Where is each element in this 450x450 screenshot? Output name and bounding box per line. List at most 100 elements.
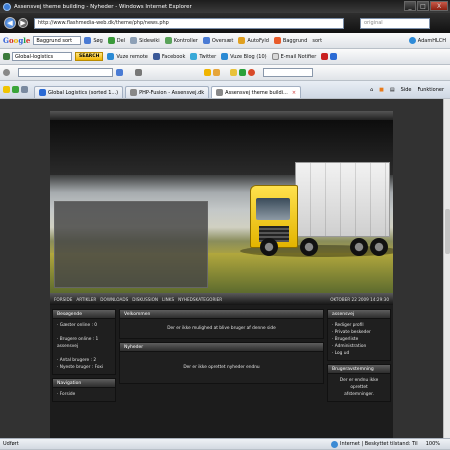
- play-icon[interactable]: [239, 69, 246, 76]
- tab-list-icon[interactable]: [21, 86, 28, 93]
- zoom-level[interactable]: 100%: [426, 441, 440, 447]
- vertical-scrollbar[interactable]: [443, 99, 450, 438]
- left-column: Besøgende · Gæster online : 0 · Brugere …: [52, 309, 116, 405]
- extra-toolbar-input-2[interactable]: [263, 68, 313, 77]
- print-icon[interactable]: ▤: [390, 87, 395, 93]
- nav-link-forside[interactable]: FORSIDE: [54, 297, 72, 302]
- nav-link-nyhedskategorier[interactable]: NYHEDSKATEGORIER: [178, 297, 222, 302]
- autofill-button[interactable]: AutoFyld: [238, 37, 269, 44]
- tab-assensvej-theme[interactable]: Assensvej theme buildi... ×: [211, 85, 302, 98]
- logout-link[interactable]: · Log ud: [332, 350, 386, 357]
- panel-title: assensvej: [327, 309, 391, 319]
- google-search-button[interactable]: Søg: [84, 37, 103, 44]
- community-toolbar: Global-logistics SEARCH Vuze remote Face…: [0, 49, 450, 65]
- home-icon[interactable]: ⌂: [370, 87, 373, 93]
- tools-menu[interactable]: Funktioner: [417, 87, 444, 93]
- nav-link-diskussion[interactable]: DISKUSSION: [132, 297, 158, 302]
- google-logo: Google: [3, 36, 31, 45]
- forward-button[interactable]: ▶: [18, 18, 28, 28]
- smiley-icon[interactable]: [204, 69, 211, 76]
- private-messages-link[interactable]: · Private beskeder: [332, 329, 386, 336]
- online-user-link[interactable]: assensvej: [57, 343, 111, 350]
- page-menu[interactable]: Side: [401, 87, 412, 93]
- status-text: Udført: [3, 441, 19, 447]
- member-list-link[interactable]: · Brugerliste: [332, 336, 386, 343]
- user-icon: [408, 37, 416, 44]
- maximize-button[interactable]: □: [417, 1, 429, 11]
- security-zone[interactable]: Internet | Beskyttet tilstand: Til: [330, 440, 418, 448]
- tab-global-logistics[interactable]: Global Logistics (sorted 1...): [34, 85, 124, 98]
- nav-forside-link[interactable]: · Forside: [57, 391, 111, 398]
- info-icon[interactable]: [330, 53, 338, 60]
- stop-icon[interactable]: [248, 69, 255, 76]
- edit-profile-link[interactable]: · Rediger profil: [332, 322, 386, 329]
- site-columns: Besøgende · Gæster online : 0 · Brugere …: [50, 309, 393, 405]
- url-field[interactable]: http://www.flashmedia-web.dk/theme/php/n…: [34, 17, 344, 29]
- page-icon: [216, 89, 224, 96]
- vuze-remote-button[interactable]: Vuze remote: [107, 53, 148, 60]
- nav-link-artikler[interactable]: ARTIKLER: [76, 297, 96, 302]
- url-text: http://www.flashmedia-web.dk/theme/php/n…: [38, 20, 169, 26]
- status-bar: Udført Internet | Beskyttet tilstand: Ti…: [0, 438, 450, 450]
- address-bar: ◀ ▶ http://www.flashmedia-web.dk/theme/p…: [0, 13, 450, 33]
- header-banner: [50, 120, 393, 293]
- browser-search-placeholder: original: [364, 20, 383, 26]
- vuze-icon: [107, 53, 115, 60]
- star-icon[interactable]: [230, 69, 237, 76]
- twitter-button[interactable]: Twitter: [190, 53, 216, 60]
- favorites-star-icon[interactable]: [3, 86, 10, 93]
- folder-icon[interactable]: [213, 69, 220, 76]
- window-title: Assensvej theme building - Nyheder - Win…: [14, 3, 192, 10]
- sidewiki-button[interactable]: Sidewiki: [130, 37, 160, 44]
- translate-button[interactable]: Oversæt: [202, 37, 233, 44]
- browser-search-input[interactable]: original: [360, 17, 430, 29]
- record-icon[interactable]: [321, 53, 329, 60]
- center-column: Velkommen Der er ikke mulighed at blive …: [119, 309, 324, 405]
- add-favorite-icon[interactable]: [12, 86, 19, 93]
- truck-trailer-image: [295, 162, 390, 237]
- close-tab-icon[interactable]: ×: [292, 90, 296, 96]
- sidewiki-icon: [130, 37, 138, 44]
- page-icon: [39, 89, 46, 96]
- blog-icon: [221, 53, 229, 60]
- minimize-button[interactable]: _: [404, 1, 416, 11]
- check-button[interactable]: Kontroller: [164, 37, 198, 44]
- panel-user-menu: assensvej · Rediger profil · Private bes…: [327, 309, 391, 361]
- search-icon: [84, 37, 92, 44]
- translate-icon: [202, 37, 210, 44]
- share-button[interactable]: Del: [107, 37, 125, 44]
- settings-icon[interactable]: [3, 69, 10, 76]
- highlight-baggrund[interactable]: Baggrund: [273, 37, 307, 44]
- panel-body: Der er ikke mulighed at blive bruger af …: [119, 319, 324, 339]
- page-icon: [130, 89, 138, 96]
- community-search-input[interactable]: Global-logistics: [12, 52, 72, 61]
- facebook-button[interactable]: Facebook: [152, 53, 185, 60]
- email-notifier-button[interactable]: E-mail Notifier: [271, 53, 316, 60]
- panel-body: Der er endnu ikke oprettet afstemninger.: [327, 374, 391, 402]
- panel-welcome: Velkommen Der er ikke mulighed at blive …: [119, 309, 324, 339]
- highlight-sort[interactable]: sort: [312, 38, 322, 44]
- share-icon: [107, 37, 115, 44]
- feed-icon[interactable]: ■: [379, 87, 384, 93]
- vuze-blog-button[interactable]: Vuze Blog (10): [221, 53, 267, 60]
- google-account[interactable]: AdamHLCH: [408, 37, 446, 44]
- tab-strip: Global Logistics (sorted 1...) PHP-Fusio…: [0, 81, 450, 99]
- close-button[interactable]: X: [430, 1, 448, 11]
- panel-title: Velkommen: [119, 309, 324, 319]
- tab-php-fusion[interactable]: PHP-Fusion - Assensvej.dk: [125, 85, 210, 98]
- extra-toolbar-input[interactable]: [18, 68, 113, 77]
- panel-body: Der er ikke oprettet nyheder endnu: [119, 352, 324, 384]
- google-search-input[interactable]: Baggrund sort: [33, 36, 82, 45]
- arrow-icon[interactable]: [135, 69, 142, 76]
- nav-link-downloads[interactable]: DOWNLOADS: [100, 297, 128, 302]
- administration-link[interactable]: · Administration: [332, 343, 386, 350]
- ie-logo-icon: [3, 2, 11, 11]
- search-icon[interactable]: [116, 69, 123, 76]
- back-button[interactable]: ◀: [4, 17, 16, 29]
- facebook-icon: [152, 53, 160, 60]
- checkmark-icon: [164, 37, 172, 44]
- extra-toolbar: [0, 65, 450, 81]
- nav-link-links[interactable]: LINKS: [162, 297, 174, 302]
- community-search-button[interactable]: SEARCH: [75, 52, 104, 61]
- panel-body: · Forside: [52, 388, 116, 402]
